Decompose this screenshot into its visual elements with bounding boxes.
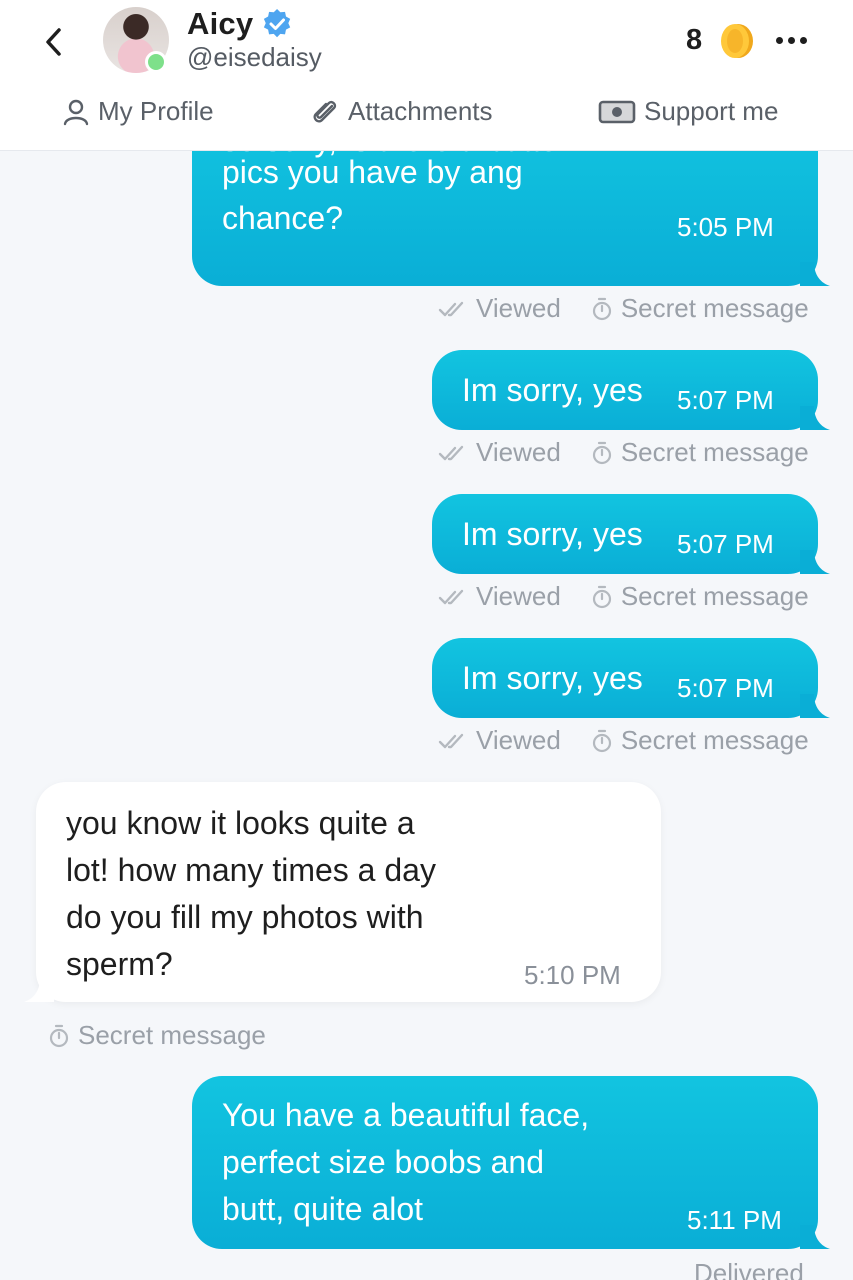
message-meta: Viewed Secret message	[438, 581, 809, 612]
dot-icon	[788, 36, 795, 44]
secret-label: Secret message	[620, 725, 809, 755]
message-time: 5:11 PM	[687, 1205, 782, 1235]
double-check-icon	[438, 733, 464, 748]
double-check-icon	[438, 445, 464, 460]
message-time: 5:10 PM	[524, 960, 621, 990]
secret-label: Secret message	[78, 1020, 266, 1050]
message-meta: Secret message	[48, 1020, 266, 1051]
coin-icon	[721, 24, 753, 58]
bubble-tail	[800, 550, 830, 574]
read-status: Viewed	[476, 293, 561, 323]
message-text-line: perfect size boobs and	[222, 1144, 544, 1180]
money-icon	[598, 100, 636, 123]
contact-handle: @eisedaisy	[187, 42, 322, 72]
double-check-icon	[438, 589, 464, 604]
outgoing-message[interactable]: Im sorry, yes 5:07 PM	[432, 494, 830, 574]
message-text-line: chance?	[222, 200, 343, 236]
bubble-tail	[800, 1225, 830, 1249]
timer-icon	[49, 1024, 69, 1047]
message-text-line: butt, quite alot	[222, 1191, 424, 1227]
paperclip-icon	[313, 100, 337, 122]
timer-icon	[592, 585, 611, 608]
outgoing-message[interactable]: Im sorry, yes 5:07 PM	[432, 350, 830, 430]
message-meta: Delivered	[694, 1258, 804, 1280]
message-text: Im sorry, yes	[462, 516, 643, 552]
nav-label: Attachments	[348, 96, 493, 126]
dot-icon	[776, 36, 783, 44]
secret-label: Secret message	[620, 293, 809, 323]
online-indicator	[145, 51, 167, 73]
bubble-tail	[24, 978, 54, 1002]
chat-header: Aicy @eisedaisy 8 My Profile Attachments…	[0, 0, 853, 151]
message-text-line: you know it looks quite a	[66, 805, 415, 841]
message-text: Im sorry, yes	[462, 372, 643, 408]
delivery-status: Delivered	[694, 1258, 804, 1280]
message-text-line: do you fill my photos with	[66, 899, 424, 935]
message-text-line: lot! how many times a day	[66, 852, 436, 888]
message-text: Im sorry, yes	[462, 660, 643, 696]
read-status: Viewed	[476, 581, 561, 611]
message-text-line: You have a beautiful face,	[222, 1097, 590, 1133]
nav-label: Support me	[644, 96, 779, 126]
outgoing-message[interactable]: Im sorry, yes 5:07 PM	[432, 638, 830, 718]
secret-label: Secret message	[620, 437, 809, 467]
timer-icon	[592, 729, 611, 752]
bubble-tail	[800, 694, 830, 718]
message-meta: Viewed Secret message	[438, 725, 809, 756]
outgoing-message[interactable]: You have a beautiful face, perfect size …	[192, 1076, 830, 1249]
coin-balance[interactable]: 8	[686, 24, 702, 57]
message-list[interactable]: so sexy, is there a button pics you have…	[0, 150, 853, 1280]
bubble-tail	[800, 406, 830, 430]
double-check-icon	[438, 301, 464, 316]
message-time: 5:07 PM	[677, 385, 774, 415]
incoming-message[interactable]: you know it looks quite a lot! how many …	[24, 782, 661, 1002]
bubble-tail	[800, 262, 830, 286]
nav-attachments[interactable]: Attachments	[310, 96, 493, 127]
message-time: 5:07 PM	[677, 529, 774, 559]
secret-label: Secret message	[620, 581, 809, 611]
more-options-button[interactable]	[776, 30, 816, 50]
message-text-line: sperm?	[66, 946, 173, 982]
message-meta: Viewed Secret message	[438, 293, 809, 324]
verified-badge-icon	[263, 9, 291, 38]
contact-name[interactable]: Aicy	[187, 6, 253, 42]
outgoing-message[interactable]: so sexy, is there a button pics you have…	[192, 150, 830, 286]
person-icon	[63, 99, 89, 125]
nav-support-me[interactable]: Support me	[598, 96, 778, 127]
read-status: Viewed	[476, 725, 561, 755]
message-meta: Viewed Secret message	[438, 437, 809, 468]
message-time: 5:05 PM	[677, 212, 774, 242]
timer-icon	[592, 441, 611, 464]
read-status: Viewed	[476, 437, 561, 467]
message-time: 5:07 PM	[677, 673, 774, 703]
back-button[interactable]	[34, 22, 74, 62]
dot-icon	[800, 36, 807, 44]
chevron-left-icon	[46, 28, 61, 56]
timer-icon	[592, 297, 611, 320]
message-text-line: pics you have by ang	[222, 154, 523, 190]
nav-my-profile[interactable]: My Profile	[62, 96, 214, 127]
nav-label: My Profile	[98, 96, 214, 126]
